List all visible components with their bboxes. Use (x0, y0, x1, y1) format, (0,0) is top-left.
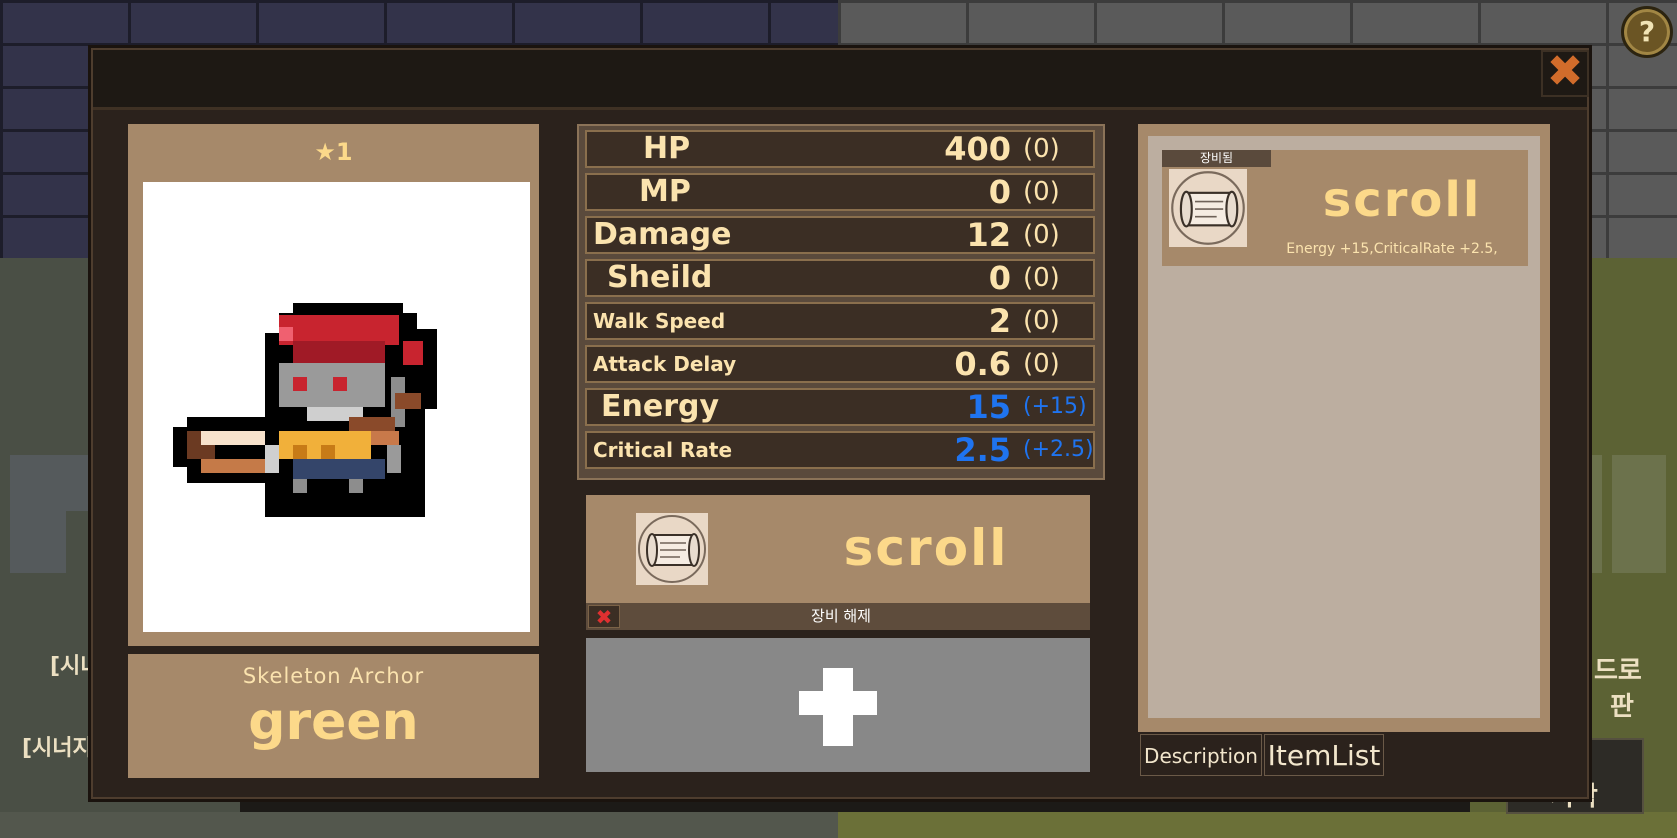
stat-bonus: (0) (1023, 220, 1060, 250)
stat-label: Walk Speed (593, 309, 726, 333)
stat-bonus: (0) (1023, 349, 1060, 379)
close-button[interactable]: ✖ (1541, 50, 1589, 97)
unequip-icon[interactable]: ✖ (588, 605, 620, 628)
stat-label: Attack Delay (593, 352, 737, 376)
character-grade: green (248, 692, 419, 752)
stat-bonus: (0) (1023, 134, 1060, 164)
item-name: scroll (1322, 172, 1482, 228)
stat-label: HP (643, 131, 691, 166)
list-item[interactable]: 장비됨 scroll Energy +15,CriticalRate +2.5, (1162, 150, 1528, 266)
stat-label: Critical Rate (593, 438, 733, 462)
stat-row-damage: Damage 12 (0) (585, 216, 1095, 254)
character-name-card: Skeleton Archor green (128, 654, 539, 778)
stat-bonus: (0) (1023, 306, 1060, 336)
stat-value: 0.6 (954, 345, 1011, 383)
stat-label: Sheild (607, 260, 713, 295)
stat-value: 12 (966, 216, 1011, 254)
stat-bonus: (+2.5) (1023, 437, 1094, 462)
scroll-icon-graphic (638, 515, 706, 583)
scroll-icon (636, 513, 708, 585)
stat-row-sheild: Sheild 0 (0) (585, 259, 1095, 297)
plus-icon-bar (799, 691, 877, 715)
skeleton-archer-sprite (173, 303, 437, 517)
add-equipment-button[interactable] (586, 638, 1090, 772)
stat-row-critical-rate: Critical Rate 2.5 (+2.5) (585, 431, 1095, 469)
character-name: Skeleton Archor (242, 664, 425, 688)
unequip-label[interactable]: 장비 해제 (776, 603, 906, 630)
stat-bonus: (+15) (1023, 394, 1087, 419)
dialog-header (93, 50, 1587, 110)
stat-value: 0 (988, 259, 1011, 297)
character-card: ★1 (128, 124, 539, 646)
stat-bonus: (0) (1023, 177, 1060, 207)
background-right-text-2: 판 (1610, 692, 1634, 722)
equipped-item-slot[interactable]: scroll (586, 495, 1090, 603)
equipped-tag: 장비됨 (1162, 150, 1271, 167)
item-description: Energy +15,CriticalRate +2.5, (1286, 241, 1498, 257)
background-synergy-text-2: [시너지 (22, 736, 93, 761)
stats-panel: HP 400 (0) MP 0 (0) Damage 12 (0) Sheild… (577, 124, 1105, 480)
stat-row-energy: Energy 15 (+15) (585, 388, 1095, 426)
stat-value: 15 (966, 388, 1011, 426)
stat-value: 2.5 (954, 431, 1011, 469)
stat-label: Damage (593, 217, 732, 252)
tab-description[interactable]: Description (1140, 734, 1262, 776)
stat-value: 2 (988, 302, 1011, 340)
background-strip-right (838, 812, 1677, 838)
stat-row-mp: MP 0 (0) (585, 173, 1095, 211)
tab-item-list[interactable]: ItemList (1264, 734, 1384, 776)
stat-label: MP (639, 174, 691, 209)
scroll-icon (1169, 169, 1247, 247)
help-button[interactable]: ? (1621, 6, 1673, 58)
unequip-bar[interactable]: ✖ 장비 해제 (586, 603, 1090, 630)
scroll-icon-graphic (1171, 171, 1245, 245)
stat-row-attack-delay: Attack Delay 0.6 (0) (585, 345, 1095, 383)
character-level: ★1 (314, 138, 353, 166)
character-portrait (143, 182, 530, 632)
background-strip-left (0, 812, 838, 838)
stat-label: Energy (601, 389, 720, 424)
stat-row-hp: HP 400 (0) (585, 130, 1095, 168)
stat-value: 0 (988, 173, 1011, 211)
stat-row-walk-speed: Walk Speed 2 (0) (585, 302, 1095, 340)
stat-value: 400 (944, 130, 1011, 168)
background-right-text-1: 드로 (1594, 656, 1642, 686)
equipped-item-name: scroll (843, 519, 1009, 577)
stat-bonus: (0) (1023, 263, 1060, 293)
